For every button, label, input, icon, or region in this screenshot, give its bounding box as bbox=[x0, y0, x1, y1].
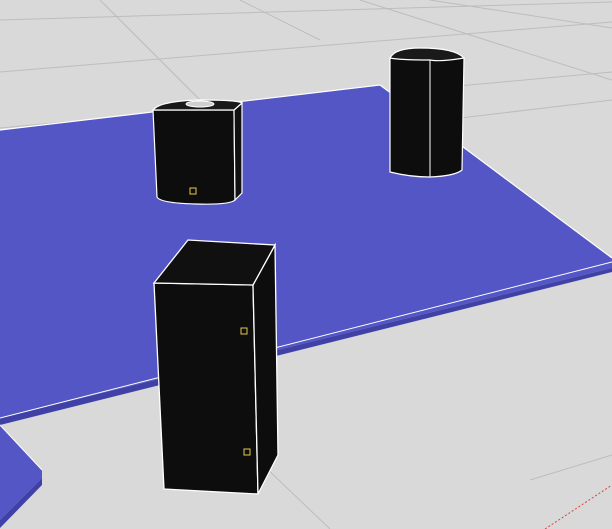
scene-canvas[interactable] bbox=[0, 0, 612, 529]
object-cylinder[interactable] bbox=[389, 47, 466, 178]
object-box-small-side bbox=[233, 101, 243, 202]
object-box-small-cap bbox=[185, 100, 215, 108]
object-cylinder-body bbox=[389, 57, 465, 178]
object-box-tall-side bbox=[252, 242, 279, 495]
marker-icon bbox=[240, 327, 248, 335]
3d-viewport[interactable] bbox=[0, 0, 612, 529]
marker-icon bbox=[189, 187, 197, 195]
object-box-tall[interactable] bbox=[152, 239, 279, 495]
object-box-small[interactable] bbox=[151, 99, 243, 205]
marker-icon bbox=[243, 448, 251, 456]
object-box-tall-front bbox=[153, 282, 259, 495]
